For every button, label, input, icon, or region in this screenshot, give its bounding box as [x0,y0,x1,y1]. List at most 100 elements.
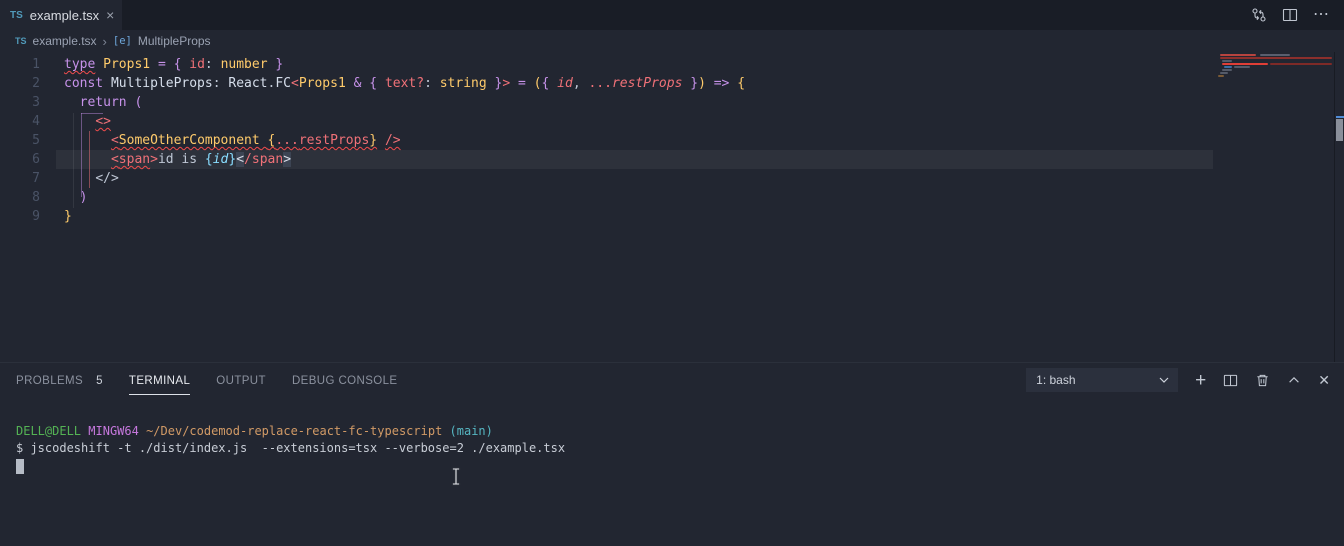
chevron-right-icon: › [102,33,107,49]
split-terminal-icon[interactable] [1223,373,1238,388]
breadcrumb: TS example.tsx › [e] MultipleProps [0,30,1344,52]
code-token: MultipleProps [110,76,213,91]
code-token: string [439,76,487,91]
tab-problems-label: PROBLEMS [16,375,84,387]
code-line[interactable]: } [64,207,72,226]
tab-terminal-label: TERMINAL [128,374,191,387]
code-token: ? [416,76,425,91]
code-token: : [204,57,213,72]
tab-problems[interactable]: PROBLEMS 5 [16,366,103,394]
code-token: ( [134,95,143,110]
minimap-mark [1224,66,1232,68]
code-line[interactable]: <span>id is {id}</span> [64,150,292,169]
code-token: text [384,76,417,91]
problems-count-badge: 5 [96,375,103,387]
code-line[interactable]: <SomeOtherComponent {...restProps} /> [64,131,401,150]
breadcrumb-file[interactable]: example.tsx [33,34,97,48]
code-token: Props1 [103,57,151,72]
kill-terminal-icon[interactable] [1255,373,1270,388]
code-token: : [212,76,221,91]
line-number: 1 [32,57,40,72]
minimap-mark [1220,54,1256,56]
tab-output[interactable]: OUTPUT [216,366,266,394]
line-number: 6 [32,152,40,167]
new-terminal-icon[interactable]: + [1195,371,1206,390]
terminal-output[interactable]: DELL@DELL MINGW64 ~/Dev/codemod-replace-… [0,398,1344,546]
terminal-select[interactable]: 1: bash [1026,368,1179,392]
tab-label: example.tsx [29,7,100,23]
chevron-down-icon [1159,377,1169,383]
code-token: Props1 [298,76,346,91]
minimap-mark [1220,57,1332,59]
tab-example-tsx[interactable]: TS example.tsx × [0,0,122,30]
code-token: } [690,76,699,91]
bracket-pair-guide [81,113,82,197]
tab-terminal[interactable]: TERMINAL [128,366,191,395]
line-number: 8 [32,190,40,205]
active-indent-guide [89,131,90,188]
code-token: type [64,57,96,72]
code-line[interactable]: <> [64,112,111,131]
panel-header: PROBLEMS 5 TERMINAL OUTPUT DEBUG CONSOLE… [0,363,1344,397]
code-token: const [64,76,104,91]
terminal-command-line: $ jscodeshift -t ./dist/index.js --exten… [16,441,566,455]
terminal-prompt-line: DELL@DELL MINGW64 ~/Dev/codemod-replace-… [16,424,493,438]
line-number: 7 [32,171,40,186]
code-token: } [275,57,284,72]
minimap-mark [1222,63,1268,65]
tab-output-label: OUTPUT [216,375,266,387]
line-number: 2 [32,76,40,91]
code-token: ) [698,76,706,91]
code-token: span [118,152,151,167]
code-line[interactable]: const MultipleProps: React.FC<Props1 & {… [64,74,745,93]
tab-close-icon[interactable]: × [106,8,114,22]
code-token: SomeOtherComponent [118,133,260,148]
breadcrumb-symbol[interactable]: MultipleProps [138,34,211,48]
code-token: = [157,57,166,72]
code-editor[interactable]: 123456789 type Props1 = { id: number } co… [0,52,1344,362]
code-token: < [110,152,119,167]
code-token: id [557,76,573,91]
code-token: => [713,76,730,91]
typescript-file-icon: TS [15,36,27,46]
minimap-mark [1218,75,1224,77]
line-number: 3 [32,95,40,110]
tab-debug-console[interactable]: DEBUG CONSOLE [292,366,398,394]
code-token: } [64,209,72,224]
code-line[interactable]: return ( [64,93,143,112]
minimap[interactable] [1216,52,1332,362]
bottom-panel: PROBLEMS 5 TERMINAL OUTPUT DEBUG CONSOLE… [0,362,1344,546]
code-token: ( [533,76,542,91]
code-line[interactable]: ) [64,188,88,207]
panel-actions: 1: bash + ✕ [1026,368,1330,392]
split-editor-icon[interactable] [1282,7,1298,23]
open-changes-icon[interactable] [1251,7,1267,23]
more-actions-icon[interactable]: ⋯ [1313,7,1330,23]
code-line[interactable]: type Props1 = { id: number } [64,55,283,74]
code-token: </> [95,171,119,186]
minimap-mark [1222,60,1232,62]
close-panel-icon[interactable]: ✕ [1318,373,1330,387]
scrollbar-thumb[interactable] [1336,119,1343,141]
line-number: 4 [32,114,40,129]
overview-ruler[interactable] [1335,52,1344,362]
code-token: > [150,152,158,167]
code-token: (main) [449,424,493,438]
maximize-panel-icon[interactable] [1287,373,1301,387]
terminal-cursor [16,459,24,474]
indent-guide [73,113,74,208]
code-token: } [369,133,378,148]
